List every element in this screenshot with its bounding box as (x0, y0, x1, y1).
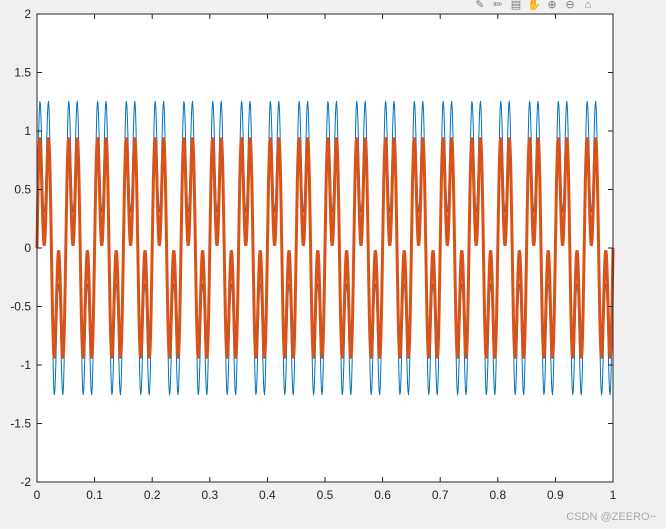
x-tick-label: 0.1 (86, 488, 103, 502)
y-tick-label: 2 (24, 7, 31, 21)
series-line-2[interactable] (35, 137, 615, 359)
x-tick-label: 0 (34, 488, 41, 502)
x-tick-label: 0.3 (201, 488, 218, 502)
x-tick-label: 0.7 (432, 488, 449, 502)
y-tick-label: -0.5 (10, 300, 31, 314)
x-tick-label: 0.6 (374, 488, 391, 502)
x-tick-label: 0.8 (489, 488, 506, 502)
y-tick-label: 1 (24, 124, 31, 138)
watermark: CSDN @ZEERO~ (566, 511, 656, 523)
y-tick-label: -1 (20, 358, 31, 372)
y-tick-label: 0.5 (14, 183, 31, 197)
x-tick-label: 0.4 (259, 488, 276, 502)
y-tick-label: 0 (24, 241, 31, 255)
line-chart: 0 0.1 0.2 0.3 0.4 0.5 0.6 0.7 0.8 0.9 1 -2 -1.5 -1 -0… (10, 7, 617, 502)
x-tick-label: 0.9 (547, 488, 564, 502)
x-tick-label: 1 (610, 488, 617, 502)
y-tick-label: 1.5 (14, 66, 31, 80)
x-tick-label: 0.5 (317, 488, 334, 502)
y-tick-label: -1.5 (10, 417, 31, 431)
y-tick-label: -2 (20, 475, 31, 489)
x-tick-label: 0.2 (144, 488, 161, 502)
